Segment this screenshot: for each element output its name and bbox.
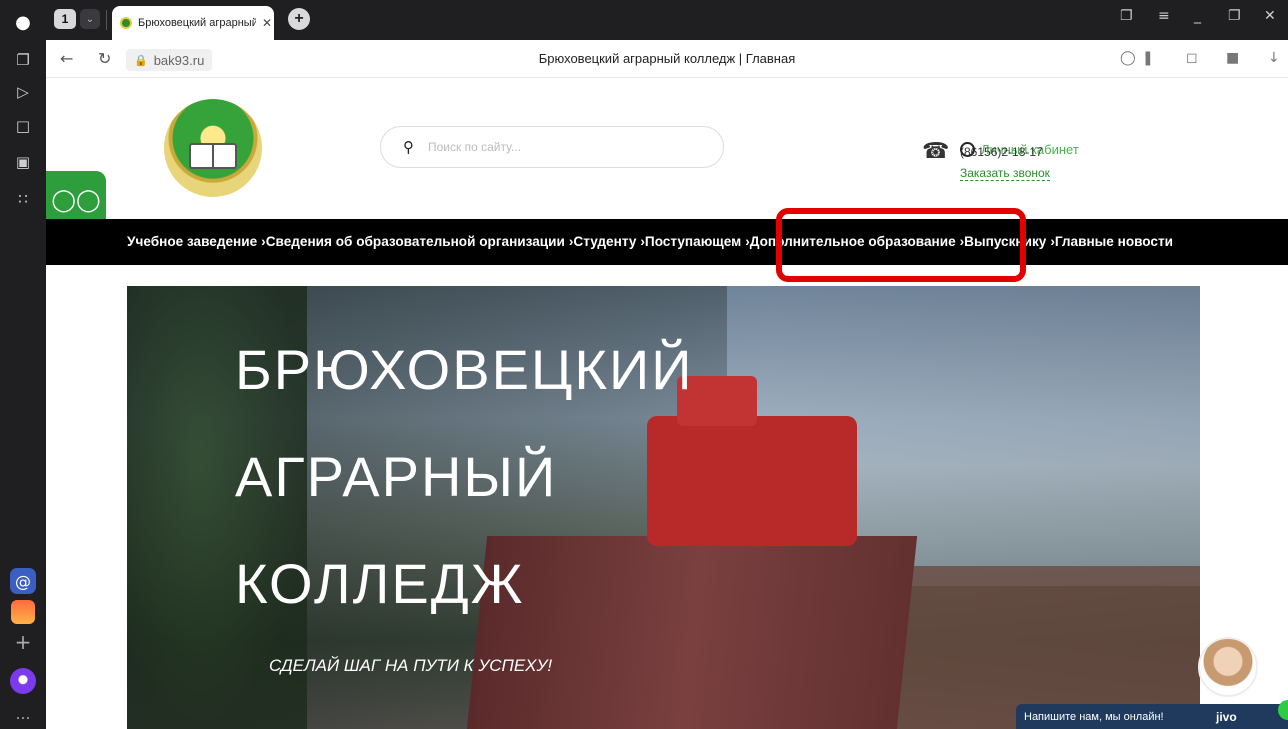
reader-icon[interactable]: ◻ [1186,50,1198,66]
divider [106,10,107,30]
chat-label: Напишите нам, мы онлайн! [1024,710,1164,723]
url-field[interactable]: 🔒 bak93.ru [126,49,213,71]
hero-subtitle: СДЕЛАЙ ШАГ НА ПУТИ К УСПЕХУ! [269,656,553,675]
mail-icon[interactable]: @ [10,568,36,594]
web-page: ⚲ ☎ Личный кабинет (86156)2-18-17 Заказа… [46,79,1288,729]
nav-item-news[interactable]: ›Главные новости [1050,234,1173,249]
nav-item-org-info[interactable]: ›Сведения об образовательной организации [261,234,565,249]
url-text: bak93.ru [153,52,205,68]
chat-operator-avatar[interactable] [1198,637,1258,697]
tab-count-badge[interactable]: 1 [54,9,76,29]
hero-title-line: БРЮХОВЕЦКИЙ [235,338,694,401]
search-input[interactable] [428,140,688,154]
callback-link[interactable]: Заказать звонок [960,166,1050,181]
nav-item-institution[interactable]: Учебное заведение [127,234,257,249]
phone-icon: ☎ [922,139,950,164]
bookmark-icon[interactable]: ❚ [1142,50,1154,66]
close-window-icon[interactable]: ✕ [1264,8,1276,24]
hero-title-line: АГРАРНЫЙ [235,445,558,508]
extensions-icon[interactable]: ❐ [1120,8,1133,24]
password-icon[interactable]: ◯ [1120,50,1136,66]
site-favicon-icon [120,17,132,29]
nav-item-applicant[interactable]: ›Поступающем [640,234,741,249]
close-icon[interactable]: ✕ [262,16,272,30]
hero-banner: БРЮХОВЕЦКИЙ АГРАРНЫЙ КОЛЛЕДЖ СДЕЛАЙ ШАГ … [127,286,1200,729]
search-box[interactable]: ⚲ [380,126,724,168]
highlight-annotation [776,208,1026,282]
screenshot-icon[interactable]: ▣ [9,148,37,176]
add-panel-icon[interactable]: + [9,628,37,656]
book-icon [189,143,237,169]
download-icon[interactable]: ↓ [1268,50,1280,66]
lock-icon: 🔒 [134,54,148,67]
messenger-icon[interactable] [11,600,35,624]
alice-assistant-icon[interactable] [10,668,36,694]
chat-widget[interactable]: Напишите нам, мы онлайн! [1016,704,1288,729]
hero-title-line: КОЛЛЕДЖ [235,552,525,615]
reload-icon[interactable]: ↻ [98,49,111,68]
restore-icon[interactable]: ❐ [1228,8,1241,24]
tab-bar: 1 ⌄ Брюховецкий аграрный ✕ + ❐ ≡ _ ❐ ✕ [46,0,1288,40]
search-icon[interactable]: ⚲ [403,138,414,156]
more-icon[interactable]: … [9,700,37,728]
browser-sidebar: ● ❐ ▷ □ ▣ ∷ @ + … [0,0,46,729]
apps-grid-icon[interactable]: ∷ [9,185,37,213]
hero-title: БРЮХОВЕЦКИЙ АГРАРНЫЙ КОЛЛЕДЖ [235,316,693,637]
phone-number: (86156)2-18-17 [960,145,1043,159]
minimize-icon[interactable]: _ [1194,8,1201,24]
play-icon[interactable]: ▷ [9,78,37,106]
menu-icon[interactable]: ≡ [1158,8,1170,24]
counter-icon[interactable]: □ [9,112,37,140]
extension-icon[interactable]: ■ [1226,50,1239,66]
address-bar: ← ↻ 🔒 bak93.ru Брюховецкий аграрный колл… [46,40,1288,78]
tab-title: Брюховецкий аграрный [138,17,256,29]
new-tab-icon[interactable]: + [288,8,310,30]
profile-icon[interactable]: ● [9,8,37,36]
tabs-icon[interactable]: ❐ [9,46,37,74]
main-navigation: Учебное заведение ›Сведения об образоват… [46,219,1288,265]
chat-brand-logo: jivo [1216,710,1237,724]
nav-item-student[interactable]: ›Студенту [569,234,637,249]
back-icon[interactable]: ← [60,49,73,68]
active-tab[interactable]: Брюховецкий аграрный ✕ [112,6,274,40]
chevron-down-icon[interactable]: ⌄ [80,9,100,29]
page-title: Брюховецкий аграрный колледж | Главная [538,51,796,66]
college-logo[interactable] [164,99,262,197]
